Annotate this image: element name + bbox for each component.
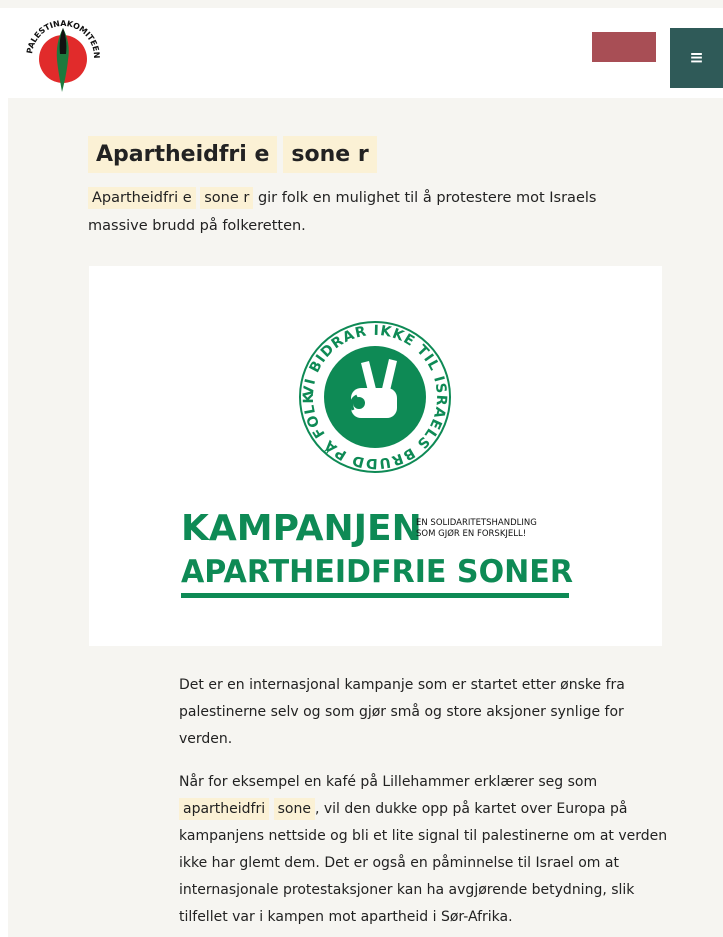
title-word-1: Apartheidfri e — [88, 136, 278, 173]
campaign-banner: VI BIDRAR IKKE TIL ISRAELS BRUDD PÅ FOLK… — [83, 254, 662, 646]
donate-button[interactable] — [592, 32, 656, 62]
banner-underline — [181, 593, 569, 598]
banner-tagline-2: SOM GJØR EN FORSKJELL! — [416, 528, 526, 539]
paragraph-2-start: Når for eksempel en kafé på Lillehammer … — [179, 774, 598, 790]
paragraph-2-highlight-2: sone — [273, 798, 315, 820]
lead-highlight-1: Apartheidfri e — [88, 187, 196, 209]
article-body: Det er en internasjonal kampanje som er … — [179, 672, 669, 937]
hamburger-icon[interactable]: ≡ — [670, 28, 723, 88]
lead-paragraph: Apartheidfri e sone r gir folk en muligh… — [88, 184, 648, 240]
left-strip — [0, 8, 8, 937]
title-word-2: sone r — [283, 136, 377, 173]
banner-tagline-1: EN SOLIDARITETSHANDLING — [416, 518, 537, 528]
lead-highlight-2: sone r — [200, 187, 254, 209]
peace-badge: VI BIDRAR IKKE TIL ISRAELS BRUDD PÅ FOLK… — [83, 254, 451, 473]
paragraph-2: Når for eksempel en kafé på Lillehammer … — [179, 769, 669, 931]
banner-line-2: APARTHEIDFRIE SONER — [181, 554, 573, 590]
site-header: PALESTINAKOMITEEN I NORGE ≡ — [8, 8, 723, 98]
page-title: Apartheidfri e sone r — [88, 136, 377, 173]
top-strip — [0, 0, 723, 8]
banner-line-1: KAMPANJEN — [181, 508, 422, 549]
paragraph-1: Det er en internasjonal kampanje som er … — [179, 677, 625, 747]
paragraph-2-highlight-1: apartheidfri — [179, 798, 270, 820]
palestinakomiteen-logo[interactable]: PALESTINAKOMITEEN I NORGE — [21, 11, 102, 96]
